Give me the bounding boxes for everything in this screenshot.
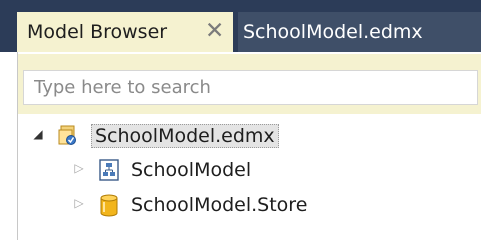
tab-bar: Model Browser ✕ SchoolModel.edmx [0, 0, 481, 54]
model-browser-panel: ◢ SchoolModel.edmx ▷ [17, 52, 481, 240]
tab-schoolmodel-edmx[interactable]: SchoolModel.edmx [238, 12, 481, 52]
collapsed-arrow-icon[interactable]: ▷ [72, 196, 86, 210]
tree-node-label: SchoolModel.edmx [91, 124, 279, 148]
database-icon [98, 193, 120, 217]
search-bar [18, 54, 481, 114]
model-browser-window: Model Browser ✕ SchoolModel.edmx ◢ [0, 0, 481, 240]
collapsed-arrow-icon[interactable]: ▷ [72, 161, 86, 175]
tree-node-schoolmodel-edmx[interactable]: ◢ SchoolModel.edmx [18, 124, 481, 152]
tree-node-schoolmodel-store[interactable]: ▷ SchoolModel.Store [18, 193, 481, 221]
conceptual-model-icon [98, 158, 120, 182]
tab-schoolmodel-edmx-label: SchoolModel.edmx [243, 21, 423, 43]
search-box [23, 70, 478, 105]
search-input[interactable] [34, 75, 464, 99]
close-icon[interactable]: ✕ [205, 17, 224, 45]
expanded-arrow-icon[interactable]: ◢ [31, 127, 45, 141]
tree-node-label: SchoolModel.Store [131, 194, 308, 216]
tab-model-browser[interactable]: Model Browser ✕ [17, 12, 233, 54]
tree-node-label: SchoolModel [131, 159, 252, 181]
edmx-file-icon [58, 124, 80, 148]
tree-node-schoolmodel[interactable]: ▷ SchoolModel [18, 158, 481, 186]
tab-model-browser-label: Model Browser [27, 21, 168, 43]
